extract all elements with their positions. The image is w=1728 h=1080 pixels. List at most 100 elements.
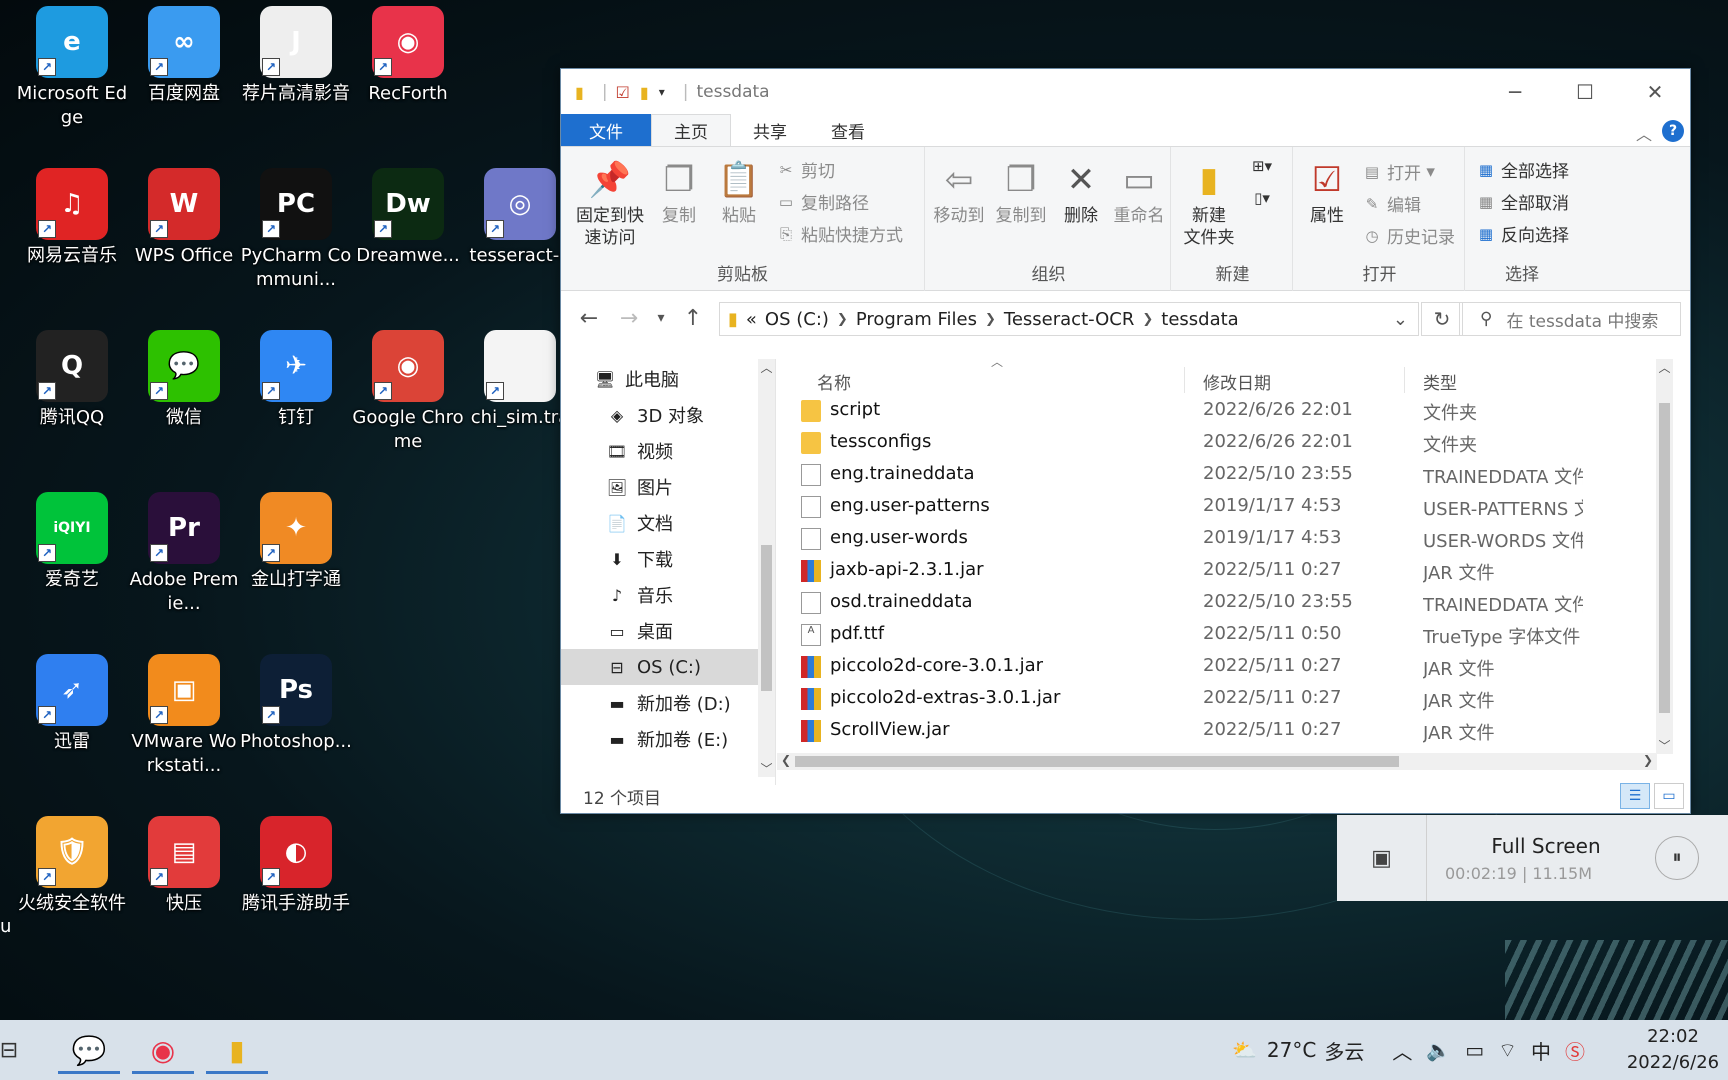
desktop-shortcut[interactable]: Pr ↗ Adobe Premie...: [130, 492, 238, 616]
details-view-button[interactable]: ☰: [1620, 783, 1650, 809]
copy-path-button[interactable]: ▭ 复制路径: [775, 189, 869, 215]
scroll-left-icon[interactable]: ❮: [781, 753, 791, 767]
desktop-shortcut[interactable]: e ↗ Microsoft Edge: [17, 6, 127, 130]
properties-quick-icon[interactable]: ☑: [616, 83, 630, 102]
file-row[interactable]: jaxb-api-2.3.1.jar 2022/5/11 0:27 JAR 文件: [777, 555, 1673, 587]
open-button[interactable]: ▤ 打开 ▾: [1361, 159, 1435, 185]
navigation-scrollbar[interactable]: ︿ ﹀: [758, 359, 775, 777]
file-row[interactable]: eng.user-words 2019/1/17 4:53 USER-WORDS 文…: [777, 523, 1673, 555]
desktop-shortcut[interactable]: ▣ ↗ VMware Workstati...: [131, 654, 237, 778]
sogou-input-icon[interactable]: Ⓢ: [1565, 1036, 1585, 1065]
desktop-shortcut[interactable]: ↗ chi_sim.tra: [468, 330, 572, 430]
input-method-indicator[interactable]: 中: [1531, 1036, 1551, 1065]
delete-button[interactable]: ✕ 删除: [1055, 155, 1107, 227]
navigation-scroll-thumb[interactable]: [761, 545, 772, 691]
column-header-type[interactable]: 类型: [1423, 369, 1457, 394]
desktop-shortcut[interactable]: ◉ ↗ RecForth: [356, 6, 460, 106]
desktop-shortcut[interactable]: ▤ ↗ 快压: [132, 816, 236, 916]
horizontal-scrollbar[interactable]: ❮ ❯: [777, 753, 1657, 770]
help-icon[interactable]: ?: [1662, 120, 1684, 142]
chevron-right-icon[interactable]: ❯: [837, 312, 848, 327]
file-row[interactable]: osd.traineddata 2022/5/10 23:55 TRAINEDDAT…: [777, 587, 1673, 619]
file-row[interactable]: script 2022/6/26 22:01 文件夹: [777, 395, 1673, 427]
column-header-date[interactable]: 修改日期: [1203, 369, 1271, 394]
copy-button[interactable]: ❐ 复制: [651, 155, 707, 227]
scroll-up-icon[interactable]: ︿: [758, 359, 775, 376]
edit-button[interactable]: ✎ 编辑: [1361, 191, 1421, 217]
nav-item[interactable]: 🖥 此电脑: [561, 361, 758, 397]
breadcrumb-tessdata[interactable]: tessdata: [1161, 309, 1238, 330]
desktop-shortcut[interactable]: W ↗ WPS Office: [132, 168, 236, 268]
screen-capture-icon[interactable]: ▣: [1337, 815, 1427, 901]
desktop-shortcut[interactable]: ✦ ↗ 金山打字通: [244, 492, 348, 592]
file-explorer-taskbar-icon[interactable]: ▮: [206, 1026, 268, 1074]
refresh-button[interactable]: ↻: [1421, 302, 1463, 336]
pin-quick-access-button[interactable]: 📌 固定到快 速访问: [569, 155, 651, 249]
nav-item[interactable]: ▬ 新加卷 (E:): [561, 721, 758, 757]
recforth-taskbar-icon[interactable]: ◉: [132, 1026, 194, 1074]
scroll-right-icon[interactable]: ❯: [1643, 753, 1653, 767]
large-icons-view-button[interactable]: ▭: [1654, 783, 1684, 809]
back-button[interactable]: ←: [569, 306, 609, 331]
weather-icon[interactable]: ⛅: [1232, 1038, 1257, 1062]
nav-item[interactable]: 🎞 视频: [561, 433, 758, 469]
pause-button[interactable]: ⏸: [1655, 836, 1699, 880]
task-view-icon[interactable]: ⊟: [0, 1026, 40, 1074]
file-row[interactable]: piccolo2d-core-3.0.1.jar 2022/5/11 0:27 JA…: [777, 651, 1673, 683]
desktop-shortcut[interactable]: PC ↗ PyCharm Communi...: [241, 168, 351, 292]
minimize-button[interactable]: ─: [1480, 69, 1550, 115]
maximize-button[interactable]: ☐: [1550, 69, 1620, 115]
chevron-right-icon[interactable]: ❯: [985, 312, 996, 327]
tab-file[interactable]: 文件: [561, 114, 651, 146]
nav-item[interactable]: 🖼 图片: [561, 469, 758, 505]
rename-button[interactable]: ▭ 重命名: [1107, 155, 1171, 227]
file-row[interactable]: eng.user-patterns 2019/1/17 4:53 USER-PATT…: [777, 491, 1673, 523]
file-row[interactable]: eng.traineddata 2022/5/10 23:55 TRAINEDDAT…: [777, 459, 1673, 491]
desktop-shortcut[interactable]: ➶ ↗ 迅雷: [20, 654, 124, 754]
nav-item[interactable]: ◈ 3D 对象: [561, 397, 758, 433]
file-row[interactable]: ScrollView.jar 2022/5/11 0:27 JAR 文件: [777, 715, 1673, 747]
new-folder-button[interactable]: ▮ 新建 文件夹: [1173, 155, 1245, 249]
nav-item[interactable]: ▭ 桌面: [561, 613, 758, 649]
file-list-scrollbar[interactable]: ︿ ﹀: [1656, 359, 1673, 754]
collapse-ribbon-icon[interactable]: ︿: [1636, 121, 1652, 145]
network-icon[interactable]: ⌔: [1498, 1038, 1517, 1063]
scroll-down-icon[interactable]: ﹀: [1656, 737, 1673, 754]
forward-button[interactable]: →: [609, 306, 649, 331]
desktop-shortcut[interactable]: ◎ ↗ tesseract-o: [468, 168, 572, 268]
nav-item[interactable]: ♪ 音乐: [561, 577, 758, 613]
clock[interactable]: 22:02 2022/6/26: [1618, 1024, 1728, 1076]
properties-button[interactable]: ☑ 属性: [1295, 155, 1359, 227]
paste-button[interactable]: 📋 粘贴: [711, 155, 767, 227]
breadcrumb-program-files[interactable]: Program Files: [856, 309, 977, 330]
weather-desc[interactable]: 多云: [1324, 1036, 1364, 1065]
nav-item[interactable]: ⊟ OS (C:): [561, 649, 758, 685]
file-row[interactable]: Apdf.ttf 2022/5/11 0:50 TrueType 字体文件: [777, 619, 1673, 651]
easy-access-button[interactable]: ▯▾: [1251, 189, 1277, 207]
horizontal-scroll-thumb[interactable]: [795, 756, 1399, 767]
show-hidden-icons-icon[interactable]: ︿: [1392, 1036, 1412, 1065]
select-none-button[interactable]: ▦ 全部取消: [1475, 189, 1569, 215]
file-row[interactable]: piccolo2d-extras-3.0.1.jar 2022/5/11 0:27…: [777, 683, 1673, 715]
scroll-up-icon[interactable]: ︿: [1656, 359, 1673, 376]
file-list-scroll-thumb[interactable]: [1659, 403, 1670, 713]
up-button[interactable]: ↑: [673, 306, 713, 331]
desktop-shortcut[interactable]: J ↗ 荐片高清影音: [242, 6, 350, 106]
chevron-right-icon[interactable]: ❯: [1142, 312, 1153, 327]
breadcrumb-tesseract-ocr[interactable]: Tesseract-OCR: [1004, 309, 1134, 330]
desktop-shortcut[interactable]: ◉ ↗ Google Chrome: [352, 330, 464, 454]
wechat-taskbar-icon[interactable]: 💬: [58, 1026, 120, 1074]
copy-to-button[interactable]: ❐ 复制到: [989, 155, 1053, 227]
column-header-name[interactable]: 名称: [817, 369, 851, 394]
nav-item[interactable]: 📄 文档: [561, 505, 758, 541]
address-bar[interactable]: ▮ « OS (C:) ❯ Program Files ❯ Tesseract-OC…: [719, 302, 1419, 336]
desktop-shortcut[interactable]: Ps ↗ Photoshop...: [240, 654, 352, 754]
desktop-shortcut[interactable]: Dw ↗ Dreamwe...: [356, 168, 460, 268]
desktop-shortcut[interactable]: ∞ ↗ 百度网盘: [132, 6, 236, 106]
new-item-button[interactable]: ⊞▾: [1251, 157, 1277, 175]
cut-button[interactable]: ✂ 剪切: [775, 157, 835, 183]
desktop-shortcut[interactable]: ✈ ↗ 钉钉: [244, 330, 348, 430]
desktop-shortcut[interactable]: ♫ ↗ 网易云音乐: [20, 168, 124, 268]
file-row[interactable]: tessconfigs 2022/6/26 22:01 文件夹: [777, 427, 1673, 459]
desktop-shortcut[interactable]: ◐ ↗ 腾讯手游助手: [242, 816, 350, 916]
